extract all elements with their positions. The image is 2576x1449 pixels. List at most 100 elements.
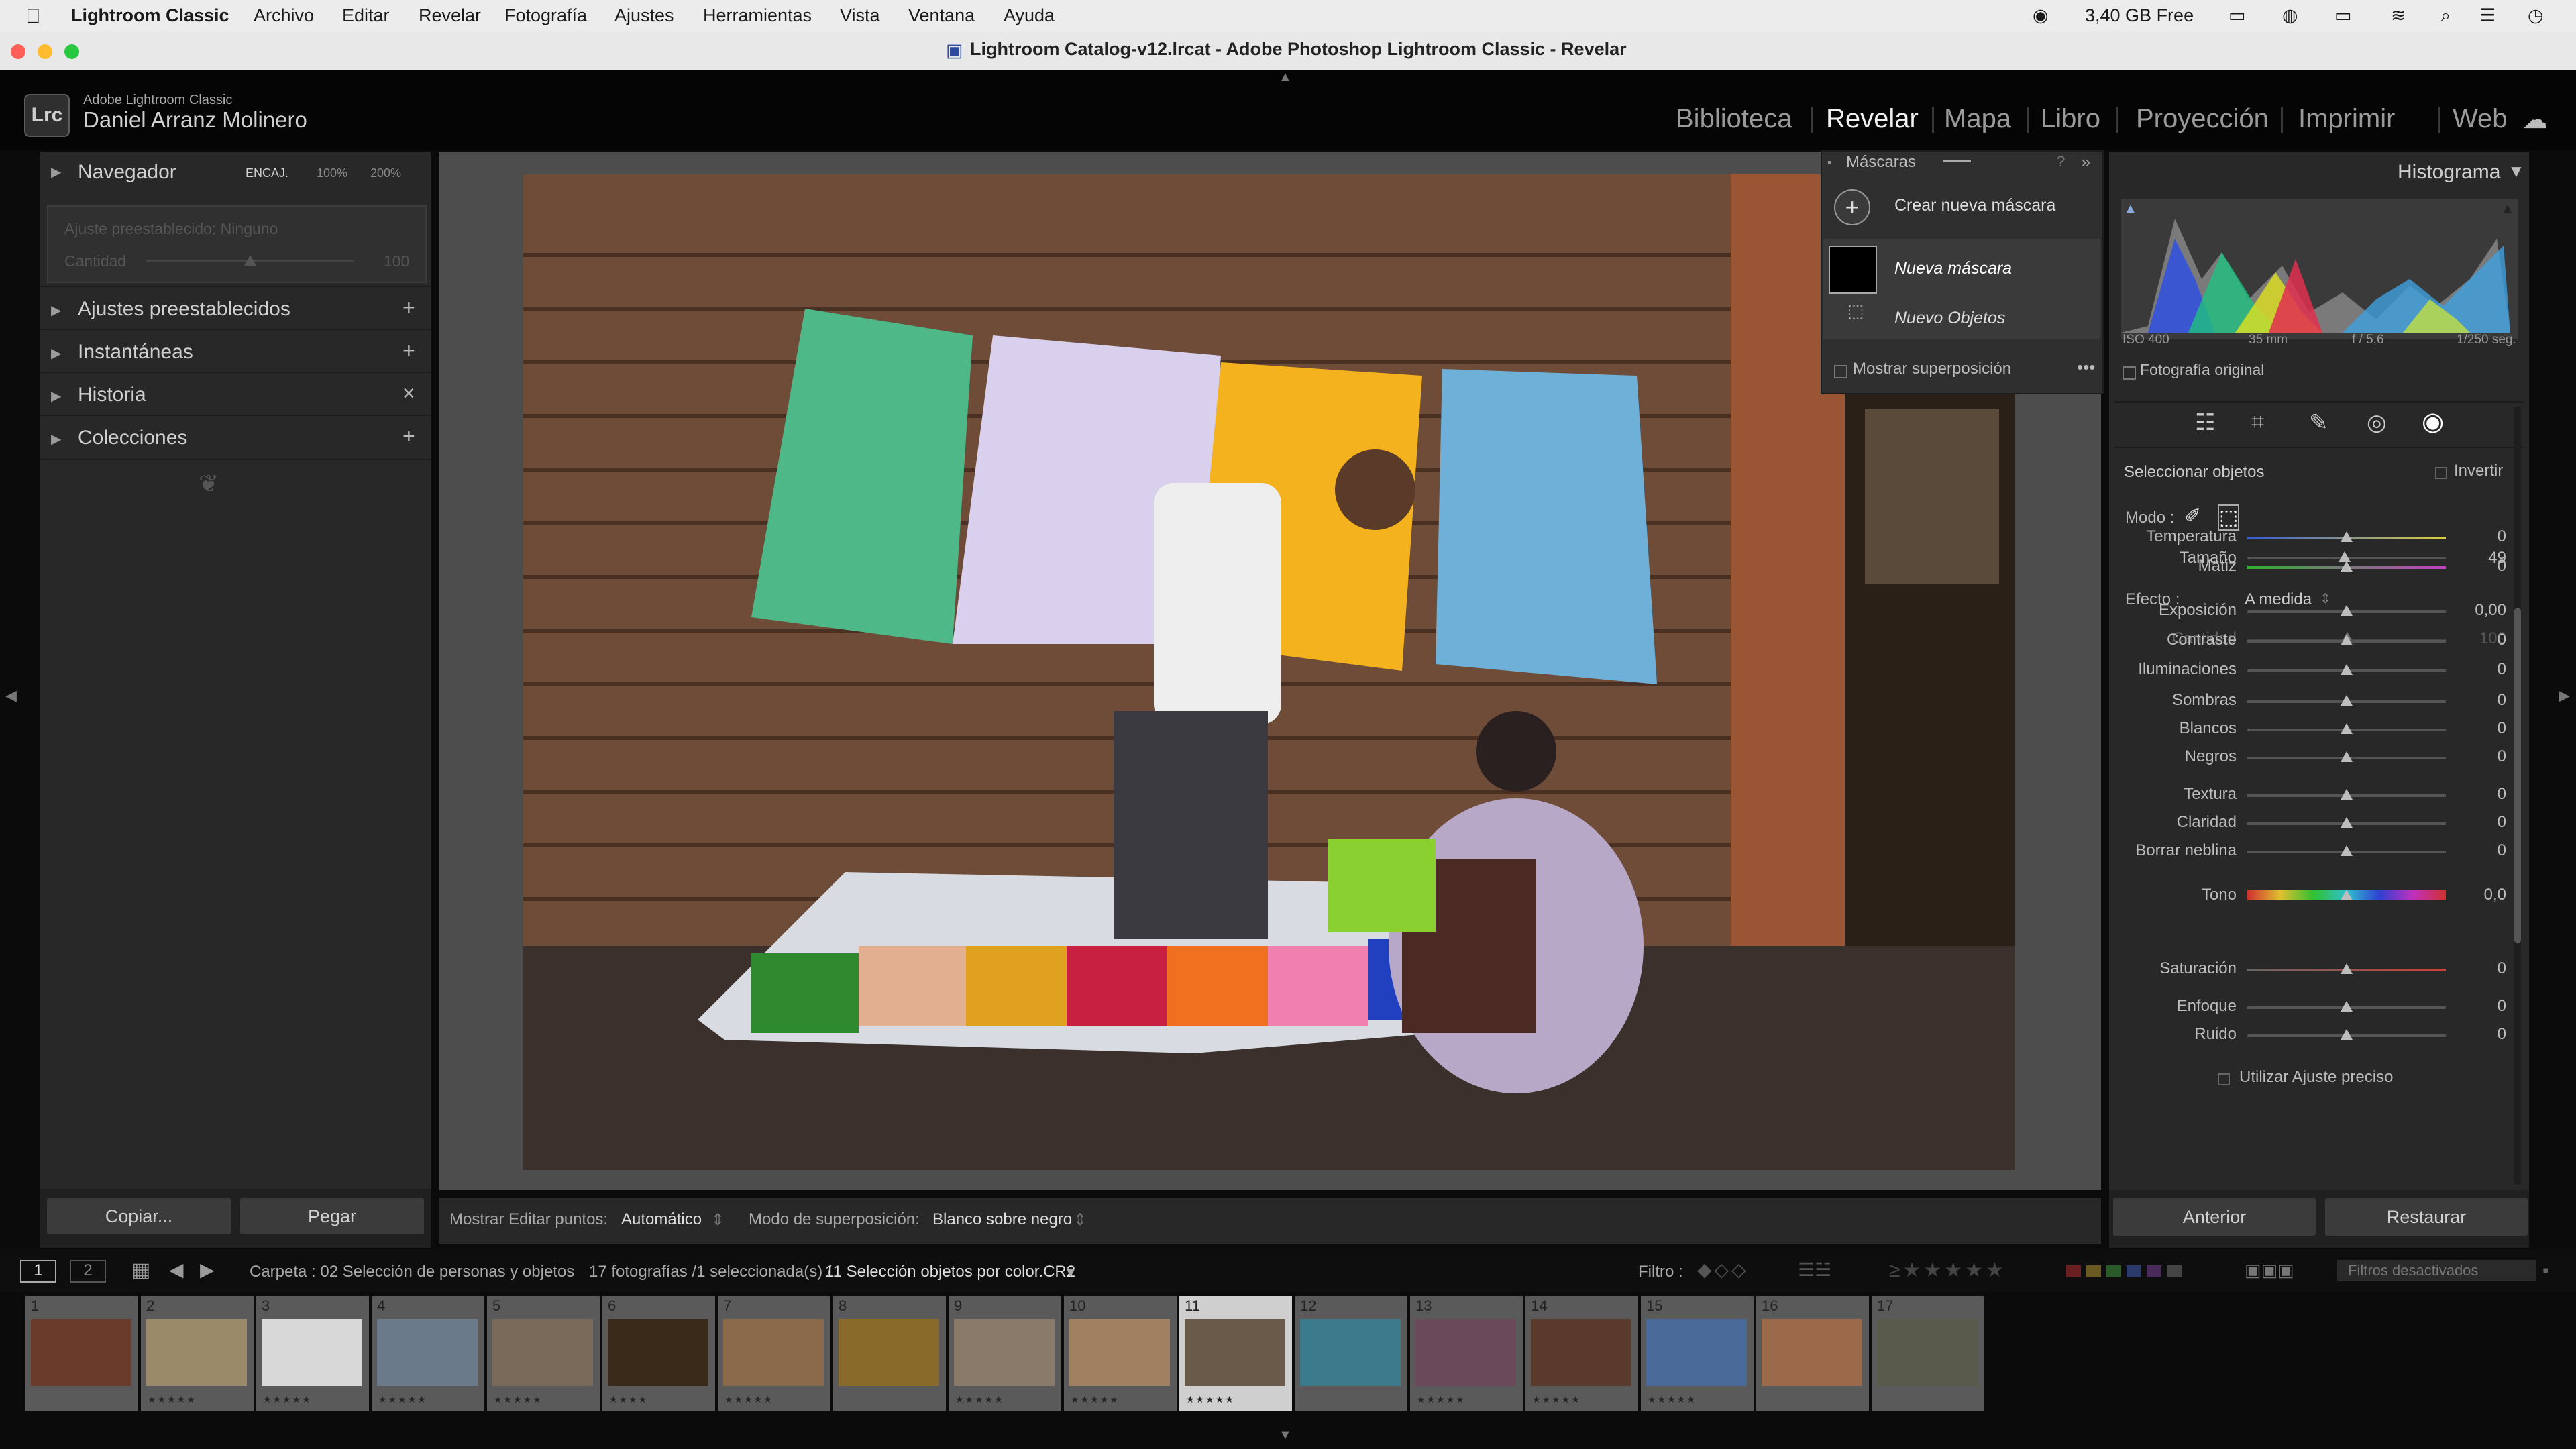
secondary-window-button[interactable]: 2 <box>70 1260 106 1283</box>
menu-ayuda[interactable]: Ayuda <box>1004 5 1055 26</box>
navigator-title[interactable]: Navegador <box>78 161 176 184</box>
filmstrip-thumbnail[interactable]: 11 ★★★★★ <box>1179 1296 1292 1411</box>
thumbnail-image[interactable] <box>377 1319 478 1386</box>
collapse-masks-icon[interactable]: » <box>2081 152 2090 172</box>
panel-grip-icon[interactable]: ▪ <box>1827 156 1831 170</box>
add-mask-icon[interactable]: + <box>1834 189 1870 225</box>
creative-cloud-icon[interactable]: ◉ <box>2033 5 2049 26</box>
slider-thumb[interactable] <box>2341 664 2353 675</box>
slider-value[interactable]: 0 <box>2453 691 2506 710</box>
filmstrip-thumbnail[interactable]: 9 ★★★★★ <box>949 1296 1061 1411</box>
thumbnail-image[interactable] <box>492 1319 593 1386</box>
slider-value[interactable]: 0 <box>2453 813 2506 832</box>
slider-value[interactable]: 0 <box>2453 660 2506 679</box>
menu-archivo[interactable]: Archivo <box>254 5 314 26</box>
module-revelar[interactable]: Revelar <box>1826 104 1919 134</box>
rating-filter-stars[interactable]: ≥★★★★★ <box>1889 1258 2006 1282</box>
filmstrip-thumbnail[interactable]: 14 ★★★★★ <box>1525 1296 1638 1411</box>
slider-thumb[interactable] <box>2341 1001 2353 1012</box>
zoom-fit[interactable]: ENCAJ. <box>246 166 288 180</box>
add-collection-icon[interactable]: + <box>402 424 415 449</box>
create-mask-label[interactable]: Crear nueva máscara <box>1894 196 2055 215</box>
minimize-masks-icon[interactable] <box>1943 160 1971 162</box>
thumbnail-image[interactable] <box>262 1319 362 1386</box>
clear-history-icon[interactable]: × <box>402 381 415 406</box>
slider-thumb[interactable] <box>2341 695 2353 706</box>
slider-value[interactable]: 0 <box>2453 959 2506 978</box>
thumbnail-image[interactable] <box>608 1319 708 1386</box>
display-icon[interactable]: ▭ <box>2229 5 2246 26</box>
filmstrip-thumbnail[interactable]: 16 <box>1756 1296 1869 1411</box>
primary-window-button[interactable]: 1 <box>20 1260 56 1283</box>
add-snapshot-icon[interactable]: + <box>402 338 415 363</box>
show-overlay-checkbox[interactable] <box>1834 365 1847 378</box>
collapse-left-panel-arrow[interactable]: ◀ <box>5 687 17 704</box>
filmstrip-thumbnail[interactable]: 10 ★★★★★ <box>1064 1296 1177 1411</box>
collapse-filmstrip-arrow[interactable]: ▼ <box>1279 1428 1292 1443</box>
module-proyeccion[interactable]: Proyección <box>2136 104 2269 134</box>
purple-label-filter[interactable] <box>2147 1265 2161 1277</box>
wifi-icon[interactable]: ≋ <box>2391 5 2406 26</box>
menu-editar[interactable]: Editar <box>342 5 390 26</box>
filmstrip-thumbnail[interactable]: 12 <box>1295 1296 1407 1411</box>
grid-view-icon[interactable]: ▦ <box>131 1258 150 1282</box>
cloud-sync-icon[interactable]: ☁ <box>2522 105 2548 135</box>
slider-value[interactable]: 0,00 <box>2453 601 2506 620</box>
more-options-icon[interactable]: ••• <box>2077 357 2095 378</box>
menu-ventana[interactable]: Ventana <box>908 5 975 26</box>
slider-thumb[interactable] <box>2341 561 2353 572</box>
help-icon[interactable]: ? <box>2057 153 2065 170</box>
slider-thumb[interactable] <box>2341 531 2353 542</box>
module-imprimir[interactable]: Imprimir <box>2298 104 2395 134</box>
gray-label-filter[interactable] <box>2167 1265 2182 1277</box>
module-mapa[interactable]: Mapa <box>1944 104 2011 134</box>
thumbnail-image[interactable] <box>839 1319 939 1386</box>
forward-arrow-icon[interactable]: ▶ <box>200 1258 215 1281</box>
collapse-top-panel-arrow[interactable]: ▲ <box>1279 70 1292 85</box>
flag-filter-icons[interactable]: ◆◇◇ <box>1697 1258 1749 1281</box>
current-photo-name[interactable]: 11 Selección objetos por color.CR2 <box>825 1263 1075 1281</box>
previous-button[interactable]: Anterior <box>2113 1198 2316 1236</box>
yellow-label-filter[interactable] <box>2086 1265 2101 1277</box>
filmstrip-thumbnail[interactable]: 3 ★★★★★ <box>256 1296 369 1411</box>
precise-adjust-checkbox[interactable] <box>2218 1073 2230 1085</box>
red-label-filter[interactable] <box>2066 1265 2081 1277</box>
add-preset-icon[interactable]: + <box>402 295 415 320</box>
slider-value[interactable]: 0 <box>2453 527 2506 546</box>
slider-value[interactable]: 0 <box>2453 719 2506 738</box>
slider-thumb[interactable] <box>2341 1029 2353 1040</box>
menu-fotografia[interactable]: Fotografía <box>504 5 587 26</box>
thumbnail-image[interactable] <box>1877 1319 1978 1386</box>
section-history[interactable]: ▶ Historia × <box>40 372 431 416</box>
module-biblioteca[interactable]: Biblioteca <box>1676 104 1792 134</box>
menu-herramientas[interactable]: Herramientas <box>703 5 812 26</box>
slider-value[interactable]: 0 <box>2453 631 2506 649</box>
slider-value[interactable]: 0 <box>2453 841 2506 860</box>
zoom-100[interactable]: 100% <box>317 166 347 180</box>
menu-ajustes[interactable]: Ajustes <box>614 5 674 26</box>
close-window-button[interactable] <box>11 44 25 59</box>
thumbnail-image[interactable] <box>146 1319 247 1386</box>
panel-scrollbar[interactable] <box>2514 407 2521 1185</box>
slider-value[interactable]: 0 <box>2453 747 2506 766</box>
disk-free-status[interactable]: 3,40 GB Free <box>2085 5 2194 26</box>
edit-points-select[interactable]: Automático <box>621 1210 702 1229</box>
section-snapshots[interactable]: ▶ Instantáneas + <box>40 329 431 373</box>
chevron-down-icon[interactable]: ▾ <box>1067 1263 1075 1282</box>
slider-thumb[interactable] <box>2341 723 2353 734</box>
green-label-filter[interactable] <box>2106 1265 2121 1277</box>
mask-thumbnail[interactable] <box>1829 246 1877 294</box>
zoom-200[interactable]: 200% <box>370 166 401 180</box>
filmstrip-thumbnail[interactable]: 4 ★★★★★ <box>372 1296 484 1411</box>
kind-filter-icons[interactable]: ▣▣▣ <box>2245 1260 2294 1281</box>
menu-vista[interactable]: Vista <box>840 5 880 26</box>
vpn-icon[interactable]: ◍ <box>2282 5 2298 26</box>
thumbnail-image[interactable] <box>723 1319 824 1386</box>
slider-value[interactable]: 0,0 <box>2453 885 2506 904</box>
expand-triangle-icon[interactable]: ▶ <box>51 164 61 180</box>
blue-label-filter[interactable] <box>2127 1265 2141 1277</box>
clock-icon[interactable]: ◷ <box>2528 5 2544 26</box>
slider-value[interactable]: 0 <box>2453 997 2506 1016</box>
photo-preview[interactable] <box>523 174 2015 1170</box>
slider-thumb[interactable] <box>2341 817 2353 828</box>
